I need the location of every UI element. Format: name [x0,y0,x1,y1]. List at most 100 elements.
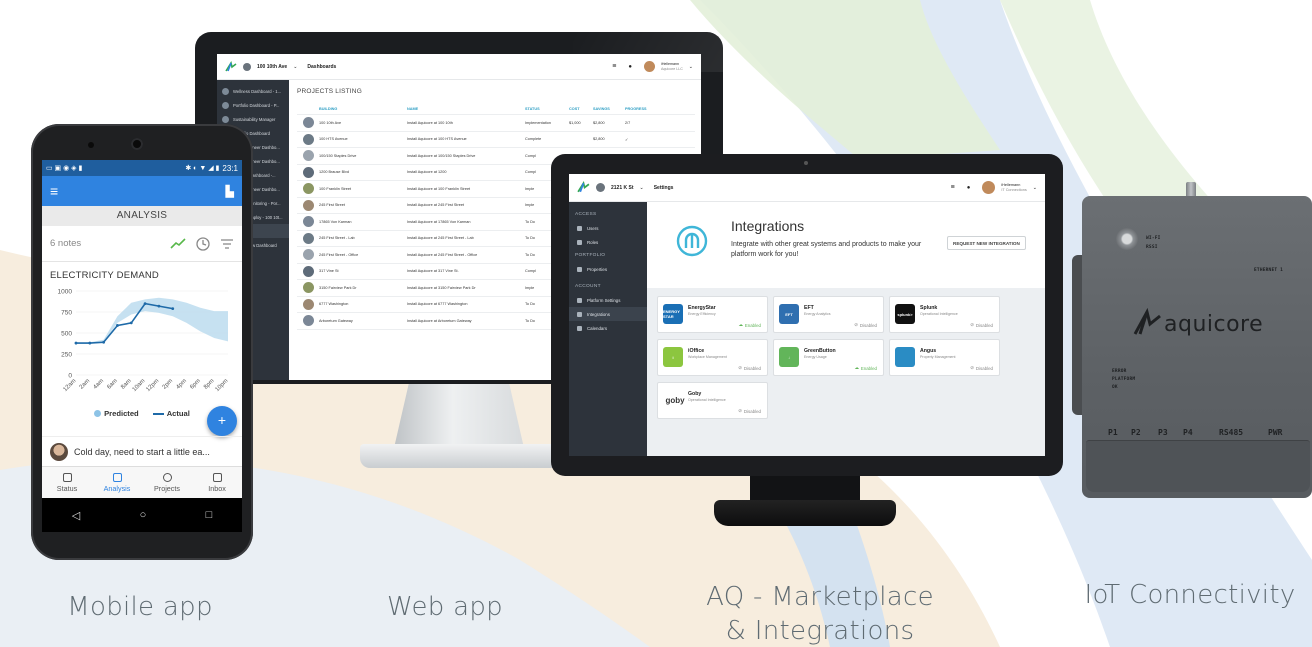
building-avatar[interactable] [243,62,251,71]
cell-building: 317 Vine St [319,269,339,274]
tab-projects[interactable]: Projects [142,467,192,498]
integration-subtitle: Operational Intelligence [688,398,726,402]
column-header[interactable]: PROGRESS [625,107,655,111]
caption-web-app: Web app [387,592,503,622]
cell-name: Install Aquicore at 6777 Washington [407,302,468,307]
building-icon[interactable]: ▙ [226,185,234,198]
user-menu[interactable]: iHellemann IT Connections [1001,183,1026,193]
integration-card-splunk[interactable]: splunk> Splunk Operational Intelligence ⊘ Di… [889,296,1000,333]
integration-status[interactable]: ☁ Enabled [854,365,877,371]
notes-count[interactable]: 6 notes [50,238,81,249]
device-brand-logo: aquicore [1164,312,1264,337]
building-avatar[interactable] [596,183,605,192]
integrations-description: Integrate with other great systems and p… [731,241,922,258]
table-row[interactable]: 100 10th Ave Install Aquicore at 100 10th… [297,115,695,132]
disabled-icon: ⊘ [970,322,974,327]
chevron-down-icon[interactable]: ⌄ [1033,185,1037,191]
sidebar-item-properties[interactable]: Properties [569,262,647,276]
sidebar-item-dashboard[interactable]: Portfolio Dashboard - P... [217,98,289,112]
x-tick-label: 4pm [175,378,187,390]
user-avatar[interactable] [644,61,656,72]
tab-inbox[interactable]: Inbox [192,467,242,498]
user-menu[interactable]: iHellemann Aquicore LLC [661,62,683,71]
sidebar-item-label: Platform Settings [587,297,621,303]
integration-status[interactable]: ⊘ Disabled [738,408,761,414]
cell-cost: $1,000 [569,120,581,125]
integration-name: Splunk [920,305,938,311]
column-header[interactable]: SAVINGS [593,107,625,111]
clock-icon[interactable] [196,236,210,251]
recents-icon[interactable]: □ [206,509,213,521]
sidebar-item-platform-settings[interactable]: Platform Settings [569,293,647,307]
disabled-icon: ⊘ [738,408,742,413]
integration-status[interactable]: ⊘ Disabled [738,365,761,371]
chevron-down-icon[interactable]: ⌄ [689,64,693,70]
home-icon[interactable]: ○ [140,509,147,521]
sidebar-item-integrations[interactable]: Integrations [569,307,647,321]
table-row[interactable]: 100 HTS Avenue Install Aquicore at 100 HT… [297,132,695,148]
legend-label: Actual [166,409,190,418]
disabled-icon: ⊘ [738,365,742,370]
sidebar-item-roles[interactable]: Roles [569,235,647,249]
cell-building: 1200 Brause Blvd [319,170,349,175]
sidebar-item-users[interactable]: Users [569,221,647,235]
tab-analysis[interactable]: Analysis [92,467,142,498]
integration-subtitle: Energy Usage [804,355,827,359]
cell-building: 6777 Washington [319,302,349,307]
add-note-button[interactable]: + [207,406,237,436]
integration-card-eft[interactable]: EFT EFT Energy Analytics ⊘ Disabled [773,296,884,333]
integration-status-label: Disabled [975,365,993,371]
chevron-down-icon[interactable]: ⌄ [640,185,644,191]
integration-card-ioffice[interactable]: i iOffice Workplace Management ⊘ Disabled [657,339,768,376]
sidebar-item-label: Calendars [587,325,608,331]
device-terminal-cover [1086,440,1310,492]
integration-card-goby[interactable]: goby Goby Operational Intelligence ⊘ Disable… [657,382,768,419]
cell-name: Install Aquicore at 17865 Von Karman [407,219,471,224]
bell-icon[interactable]: ● [628,64,632,70]
monitor-stand-base [360,444,560,468]
integration-card-angus[interactable]: Angus Property Management ⊘ Disabled [889,339,1000,376]
cell-name: Install Aquicore at Arboretum Gateway [407,318,472,323]
sidebar-item-dashboard[interactable]: Wellness Dashboard - 1... [217,84,289,98]
integration-card-energystar[interactable]: ENERGY STAR EnergyStar Energy Efficiency ☁ E… [657,296,768,333]
trend-icon[interactable] [170,237,186,250]
integration-status[interactable]: ⊘ Disabled [970,322,993,328]
cell-name: Install Aquicore at 1200 [407,170,447,175]
comment-text: Cold day, need to start a little ea... [74,446,210,457]
integration-status[interactable]: ⊘ Disabled [854,322,877,328]
request-integration-button[interactable]: REQUEST NEW INTEGRATION [947,236,1026,250]
menu-icon[interactable]: ≡ [951,184,955,191]
integrations-header: Integrations Integrate with other great … [647,202,1045,288]
user-company: Aquicore LLC [661,66,683,71]
hamburger-menu-icon[interactable]: ≡ [50,183,58,199]
sidebar-item-calendars[interactable]: Calendars [569,321,647,335]
android-nav-bar: ◁ ○ □ [42,498,242,532]
column-header[interactable]: NAME [407,107,525,111]
chevron-down-icon[interactable]: ⌄ [293,64,297,70]
column-header[interactable]: COST [569,107,593,111]
building-selector[interactable]: 2121 K St [611,185,634,191]
integration-status[interactable]: ☁ Enabled [738,322,761,328]
building-selector[interactable]: 100 10th Ave [257,64,287,70]
tab-status[interactable]: Status [42,467,92,498]
phone-camera [131,138,143,150]
filter-icon[interactable] [220,238,234,250]
integration-card-greenbutton[interactable]: ↓ GreenButton Energy Usage ☁ Enabled [773,339,884,376]
port-label-pwr: PWR [1268,428,1283,437]
x-tick-label: 12pm [145,378,160,393]
back-icon[interactable]: ◁ [72,509,80,522]
y-tick-label: 250 [61,352,72,359]
column-header[interactable]: BUILDING [319,107,407,111]
column-header[interactable]: STATUS [525,107,569,111]
status-time: 23:1 [222,163,238,173]
note-comment[interactable]: Cold day, need to start a little ea... [42,436,242,466]
bell-icon[interactable]: ● [967,185,971,191]
x-tick-label: 4am [93,378,105,390]
menu-icon[interactable]: ≡ [612,63,616,70]
integration-status[interactable]: ⊘ Disabled [970,365,993,371]
tab-label: Inbox [208,483,226,493]
user-avatar[interactable] [982,181,996,194]
port-label-rs485: RS485 [1219,428,1244,437]
cell-name: Install Aquicore at 100/150 Staples Driv… [407,153,476,158]
integration-name: iOffice [688,348,705,354]
